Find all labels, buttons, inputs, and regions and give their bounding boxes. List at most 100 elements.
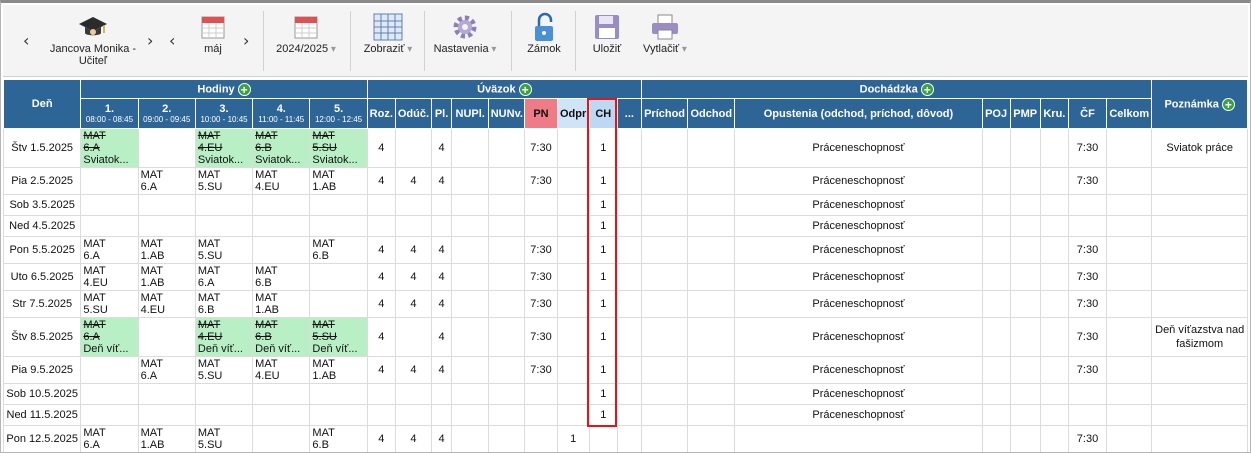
pn-cell[interactable]: 7:30 [524, 290, 558, 318]
more-cell[interactable] [616, 383, 642, 405]
pmp-cell[interactable] [1009, 356, 1041, 384]
lesson-cell[interactable] [137, 317, 196, 357]
oduc-cell[interactable] [394, 404, 433, 426]
departure-cell[interactable] [687, 194, 736, 216]
lesson-cell[interactable]: MAT 6.B [309, 236, 368, 264]
day-cell[interactable]: Pia 9.5.2025 [2, 356, 82, 384]
poj-cell[interactable] [981, 215, 1011, 237]
lesson-cell[interactable]: MAT 6.B [194, 290, 254, 318]
lesson-cell[interactable] [80, 215, 139, 237]
lesson-cell[interactable] [80, 194, 139, 216]
departure-cell[interactable] [687, 215, 736, 237]
nupl-cell[interactable] [451, 236, 490, 264]
kru-cell[interactable] [1039, 215, 1069, 237]
nupl-cell[interactable] [451, 263, 490, 291]
table-row[interactable]: Ned 11.5.2025 1 Práceneschopnosť [2, 404, 1248, 426]
pmp-cell[interactable] [1009, 194, 1041, 216]
day-cell[interactable]: Štv 8.5.2025 [2, 317, 82, 357]
pn-cell[interactable]: 7:30 [524, 167, 558, 195]
lesson-cell[interactable]: MAT 4.EU [137, 290, 196, 318]
day-cell[interactable]: Ned 11.5.2025 [2, 404, 82, 426]
table-row[interactable]: Str 7.5.2025 MAT 5.SU MAT 4.EU MAT 6.B MAT 1.AB 4… [2, 290, 1248, 318]
print-button[interactable]: Vytlačiť [637, 5, 693, 77]
lesson-cell[interactable]: MAT 6.A [137, 167, 196, 195]
table-row[interactable]: Sob 10.5.2025 1 Práceneschopnosť [2, 383, 1248, 405]
note-cell[interactable]: Deň víťazstva nad fašizmom [1151, 317, 1248, 357]
nupl-cell[interactable] [451, 425, 490, 452]
lesson-cell[interactable] [252, 425, 311, 452]
roz-cell[interactable]: 4 [366, 317, 396, 357]
roz-cell[interactable]: 4 [366, 167, 396, 195]
lesson-cell[interactable] [309, 290, 368, 318]
lesson-cell[interactable]: MAT 5.SU [194, 356, 254, 384]
pmp-cell[interactable] [1009, 236, 1041, 264]
ch-cell[interactable]: 1 [588, 167, 618, 195]
note-cell[interactable] [1151, 263, 1248, 291]
ch-cell[interactable]: 1 [588, 194, 618, 216]
note-cell[interactable] [1151, 383, 1248, 405]
pmp-cell[interactable] [1009, 383, 1041, 405]
lesson-cell[interactable]: MAT 4.EU [252, 356, 311, 384]
kru-cell[interactable] [1039, 263, 1069, 291]
pmp-cell[interactable] [1009, 317, 1041, 357]
oduc-cell[interactable] [394, 194, 433, 216]
nupl-cell[interactable] [451, 317, 490, 357]
arrival-cell[interactable] [640, 383, 689, 405]
pmp-cell[interactable] [1009, 290, 1041, 318]
pn-cell[interactable] [524, 383, 558, 405]
pn-cell[interactable]: 7:30 [524, 356, 558, 384]
more-cell[interactable] [616, 425, 642, 452]
total-cell[interactable] [1106, 128, 1153, 168]
day-cell[interactable]: Pia 2.5.2025 [2, 167, 82, 195]
pmp-cell[interactable] [1009, 128, 1041, 168]
total-cell[interactable] [1106, 356, 1153, 384]
kru-cell[interactable] [1039, 425, 1069, 452]
save-button[interactable]: Uložiť [583, 5, 631, 77]
table-row[interactable]: Uto 6.5.2025 MAT 4.EU MAT 1.AB MAT 6.A MAT 6.B 4 4… [2, 263, 1248, 291]
cf-cell[interactable]: 7:30 [1067, 263, 1108, 291]
absence-cell[interactable]: Práceneschopnosť [734, 356, 983, 384]
lesson-cell[interactable] [137, 194, 196, 216]
lesson-cell[interactable] [80, 404, 139, 426]
roz-cell[interactable] [366, 215, 396, 237]
arrival-cell[interactable] [640, 263, 689, 291]
roz-cell[interactable]: 4 [366, 236, 396, 264]
note-cell[interactable] [1151, 356, 1248, 384]
odpr-cell[interactable] [556, 404, 590, 426]
cf-cell[interactable]: 7:30 [1067, 425, 1108, 452]
cf-cell[interactable]: 7:30 [1067, 356, 1108, 384]
more-cell[interactable] [616, 194, 642, 216]
day-cell[interactable]: Sob 3.5.2025 [2, 194, 82, 216]
pmp-cell[interactable] [1009, 404, 1041, 426]
roz-cell[interactable]: 4 [366, 290, 396, 318]
total-cell[interactable] [1106, 404, 1153, 426]
note-cell[interactable] [1151, 425, 1248, 452]
absence-cell[interactable]: Práceneschopnosť [734, 194, 983, 216]
departure-cell[interactable] [687, 317, 736, 357]
poj-cell[interactable] [981, 317, 1011, 357]
table-row[interactable]: Pia 2.5.2025 MAT 6.A MAT 5.SU MAT 4.EU MAT 1.AB 4… [2, 167, 1248, 195]
lesson-cell[interactable]: MAT 1.AB [137, 236, 196, 264]
lesson-cell[interactable] [252, 194, 311, 216]
absence-cell[interactable]: Práceneschopnosť [734, 317, 983, 357]
departure-cell[interactable] [687, 290, 736, 318]
arrival-cell[interactable] [640, 404, 689, 426]
oduc-cell[interactable] [394, 215, 433, 237]
pmp-cell[interactable] [1009, 167, 1041, 195]
absence-cell[interactable]: Práceneschopnosť [734, 263, 983, 291]
lesson-cell[interactable]: MAT 6.A Sviatok... [80, 128, 139, 168]
add-hour-icon[interactable]: + [237, 82, 251, 96]
absence-cell[interactable]: Práceneschopnosť [734, 290, 983, 318]
lesson-cell[interactable] [194, 194, 254, 216]
absence-cell[interactable]: Práceneschopnosť [734, 167, 983, 195]
total-cell[interactable] [1106, 383, 1153, 405]
lesson-cell[interactable] [309, 404, 368, 426]
ch-cell[interactable] [588, 425, 618, 452]
ch-cell[interactable]: 1 [588, 215, 618, 237]
lesson-cell[interactable]: MAT 6.B Sviatok... [252, 128, 311, 168]
total-cell[interactable] [1106, 236, 1153, 264]
cf-cell[interactable]: 7:30 [1067, 317, 1108, 357]
lesson-cell[interactable] [309, 194, 368, 216]
departure-cell[interactable] [687, 236, 736, 264]
arrival-cell[interactable] [640, 356, 689, 384]
